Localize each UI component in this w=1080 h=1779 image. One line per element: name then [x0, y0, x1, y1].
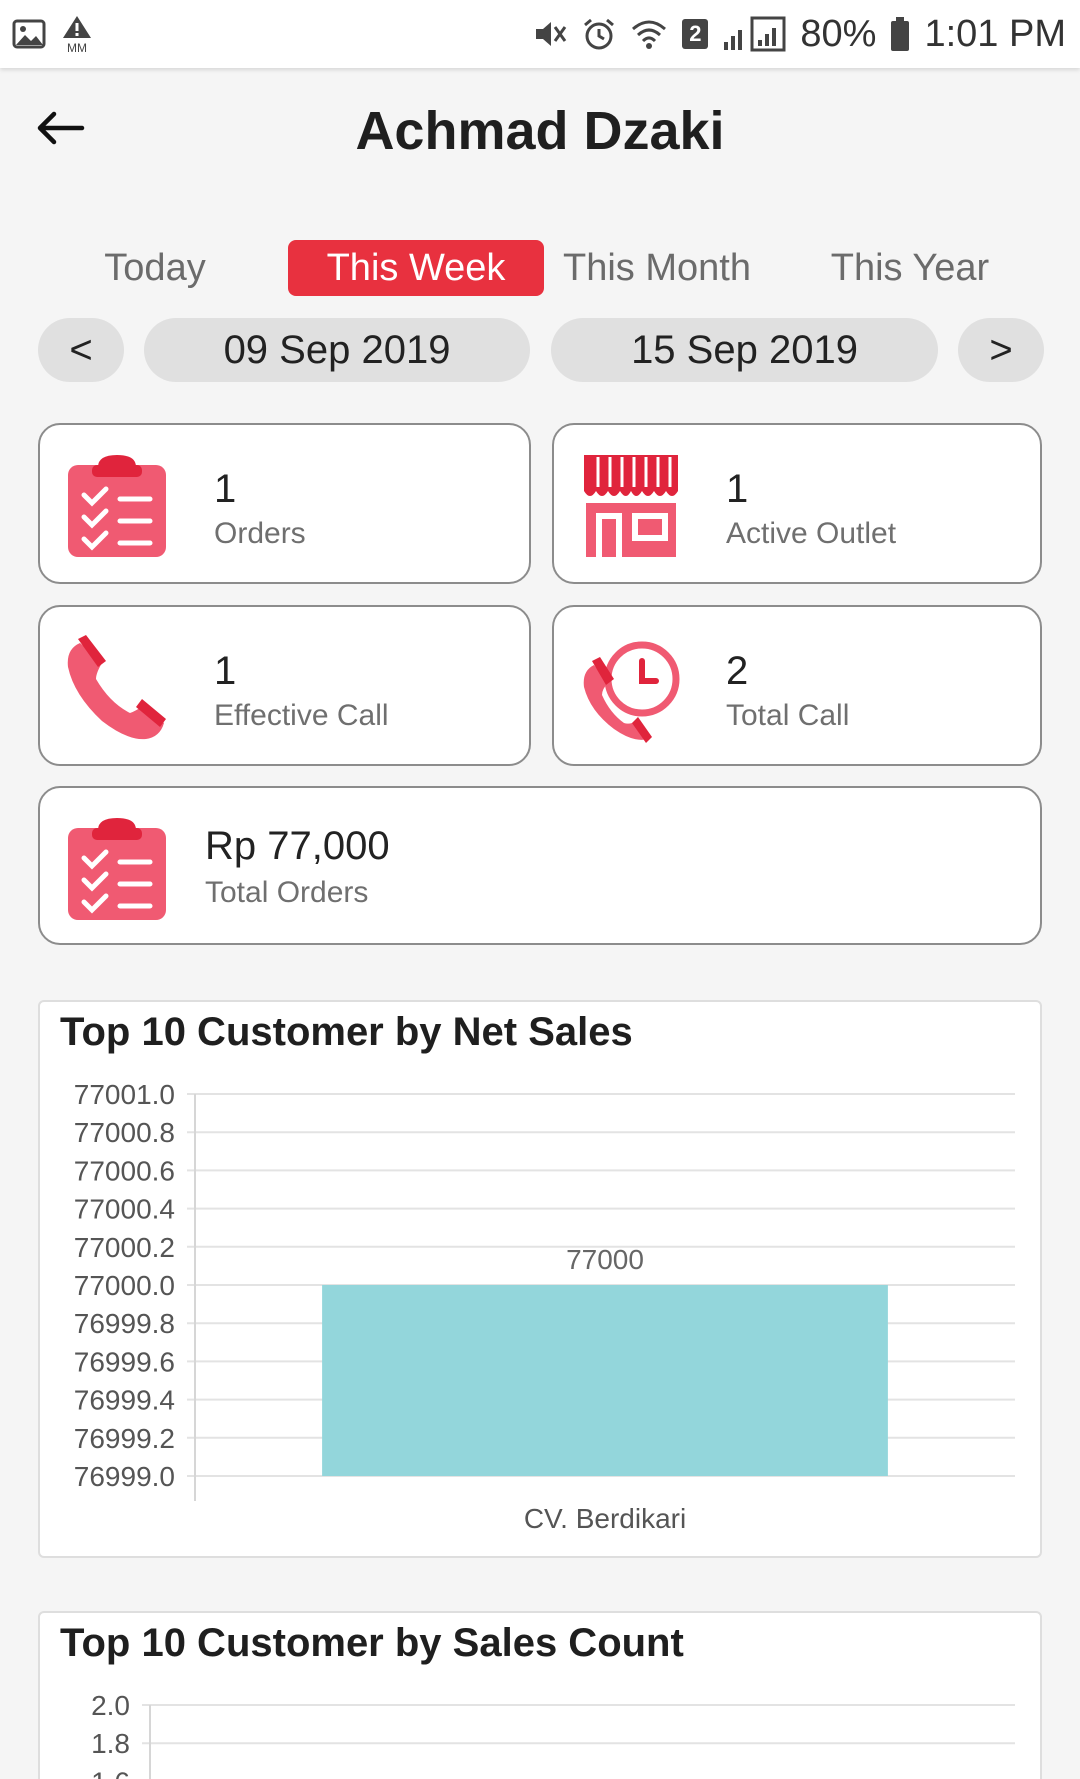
y-tick-label: 76999.4 [74, 1385, 175, 1416]
mute-icon [536, 22, 567, 46]
active-outlet-label: Active Outlet [726, 517, 897, 550]
tab-this-year[interactable]: This Year [820, 240, 1000, 296]
image-icon [12, 19, 46, 49]
clipboard-checklist-icon [68, 818, 166, 920]
total-call-value: 2 [726, 649, 749, 693]
tab-this-week[interactable]: This Week [288, 240, 544, 296]
effective-call-label: Effective Call [214, 699, 389, 732]
bar-0 [322, 1285, 888, 1476]
active-outlet-value: 1 [726, 467, 749, 511]
y-tick-label: 1.8 [91, 1728, 130, 1759]
status-bar: MM 2 80% 1:01 PM [0, 0, 1080, 68]
phone-clock-icon [583, 641, 680, 743]
store-icon [584, 455, 678, 557]
tab-today[interactable]: Today [80, 240, 230, 296]
prev-period-button[interactable]: < [38, 318, 124, 382]
battery-icon [891, 17, 910, 51]
y-tick-label: 76999.6 [74, 1346, 175, 1377]
orders-label: Orders [214, 517, 306, 550]
warning-mm-icon: MM [63, 16, 91, 54]
phone-icon [67, 635, 166, 740]
x-tick-label: CV. Berdikari [524, 1503, 686, 1534]
effective-call-card[interactable]: 1 Effective Call [38, 605, 531, 766]
period-tabs: Today This Week This Month This Year [40, 240, 1040, 296]
y-tick-label: 77000.6 [74, 1155, 175, 1186]
sales-count-chart-panel: Top 10 Customer by Sales Count 2.01.81.6 [38, 1611, 1042, 1779]
alarm-icon [584, 18, 615, 50]
page-title: Achmad Dzaki [355, 101, 725, 161]
y-tick-label: 77000.2 [74, 1232, 175, 1263]
end-date-field[interactable]: 15 Sep 2019 [551, 318, 938, 382]
tab-this-month[interactable]: This Month [562, 240, 752, 296]
y-tick-label: 76999.0 [74, 1461, 175, 1492]
wifi-icon [632, 20, 667, 49]
total-call-label: Total Call [726, 699, 850, 732]
total-orders-label: Total Orders [205, 876, 369, 909]
y-tick-label: 76999.8 [74, 1308, 175, 1339]
y-tick-label: 77000.4 [74, 1194, 175, 1225]
total-orders-value: Rp 77,000 [205, 824, 390, 868]
app-bar: Achmad Dzaki [0, 68, 1080, 198]
effective-call-value: 1 [214, 649, 237, 693]
clock: 1:01 PM [924, 12, 1066, 55]
battery-percent: 80% [800, 12, 877, 55]
y-tick-label: 77000.8 [74, 1117, 175, 1148]
net-sales-chart-panel: Top 10 Customer by Net Sales 77001.0 7700… [38, 1000, 1042, 1558]
date-range: < 09 Sep 2019 15 Sep 2019 > [0, 318, 1080, 382]
next-period-button[interactable]: > [958, 318, 1044, 382]
orders-card[interactable]: 1 Orders [38, 423, 531, 584]
sim-2-label: 2 [689, 21, 702, 46]
y-tick-label: 77001.0 [74, 1079, 175, 1110]
clipboard-checklist-icon [68, 455, 166, 557]
total-orders-card[interactable]: Rp 77,000 Total Orders [38, 786, 1042, 945]
warning-mm-text: MM [67, 41, 87, 54]
orders-value: 1 [214, 467, 237, 511]
signal-icon [724, 16, 786, 52]
y-tick-label: 76999.2 [74, 1423, 175, 1454]
start-date-field[interactable]: 09 Sep 2019 [144, 318, 530, 382]
sim-2-icon: 2 [682, 19, 709, 49]
data-label: 77000 [566, 1244, 644, 1275]
status-bar-right: 2 80% 1:01 PM [532, 13, 1066, 56]
y-tick-label: 2.0 [91, 1690, 130, 1721]
status-bar-left: MM [12, 14, 94, 54]
sales-count-chart: 2.0 1.8 1.6 [91, 1690, 1015, 1779]
active-outlet-card[interactable]: 1 Active Outlet [552, 423, 1042, 584]
total-call-card[interactable]: 2 Total Call [552, 605, 1042, 766]
y-tick-label: 1.6 [91, 1766, 130, 1779]
net-sales-chart: 77001.0 77000.8 77000.6 77000.4 77000.2 77000… [74, 1079, 1015, 1534]
y-tick-label: 77000.0 [74, 1270, 175, 1301]
